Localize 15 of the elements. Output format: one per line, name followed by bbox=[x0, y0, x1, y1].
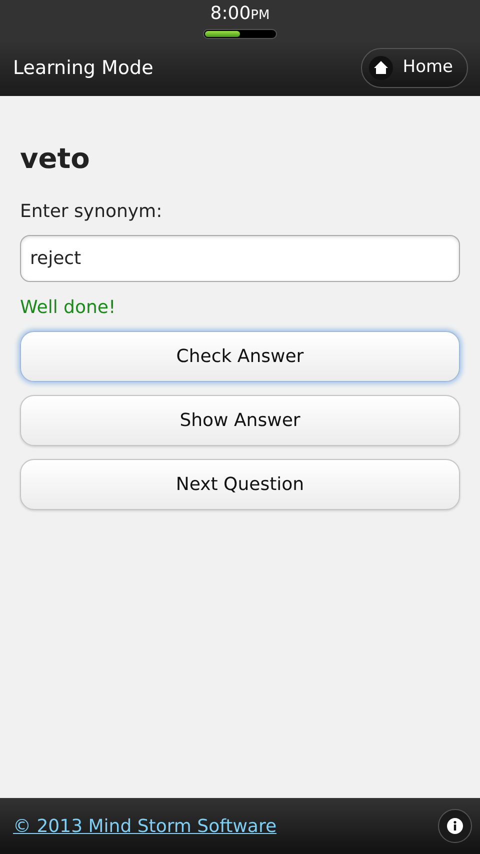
info-icon bbox=[447, 818, 463, 834]
quiz-word: veto bbox=[20, 142, 91, 176]
quiz-button[interactable]: Check Answer bbox=[20, 330, 460, 382]
input-label: Enter synonym: bbox=[20, 200, 164, 224]
clock: 8:00PM bbox=[210, 3, 270, 26]
page-title: Learning Mode bbox=[13, 56, 154, 81]
copyright-link[interactable]: © 2013 Mind Storm Software bbox=[13, 812, 277, 840]
feedback-message: Well done! bbox=[20, 296, 117, 320]
home-button[interactable]: Home bbox=[360, 48, 468, 88]
synonym-field[interactable]: reject bbox=[20, 234, 460, 282]
home-icon bbox=[368, 56, 393, 80]
battery-icon bbox=[203, 29, 277, 39]
quiz-button[interactable]: Show Answer bbox=[20, 394, 460, 446]
info-button[interactable] bbox=[438, 809, 472, 843]
quiz-button[interactable]: Next Question bbox=[20, 458, 460, 510]
